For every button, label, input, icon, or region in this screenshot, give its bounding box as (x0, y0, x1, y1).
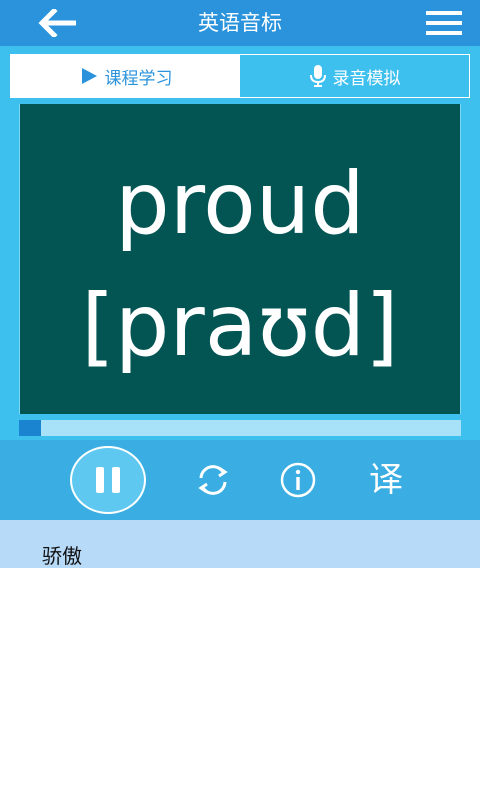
menu-button[interactable] (420, 6, 468, 40)
progress-bar[interactable] (19, 420, 461, 436)
lesson-word: proud (115, 154, 365, 254)
translate-button[interactable]: 译 (358, 452, 414, 508)
pause-button[interactable] (70, 446, 146, 514)
app-root: 英语音标 课程学习 录音模拟 proud [praʊd] 译 骄傲 (0, 0, 480, 800)
info-icon (280, 462, 316, 498)
microphone-icon (309, 65, 326, 87)
lesson-phonetic: [praʊd] (81, 276, 399, 376)
info-button[interactable] (278, 460, 318, 500)
back-button[interactable] (30, 6, 86, 40)
tab-course-study-label: 课程学习 (104, 68, 173, 89)
progress-fill (19, 420, 42, 436)
word-meaning: 骄傲 (42, 544, 82, 568)
refresh-icon (198, 465, 228, 495)
tab-recording[interactable]: 录音模拟 (240, 55, 469, 97)
playback-controls: 译 (0, 440, 480, 520)
tab-bar: 课程学习 录音模拟 (10, 54, 470, 98)
pause-icon (92, 467, 124, 493)
repeat-button[interactable] (193, 460, 233, 500)
hamburger-menu-icon (426, 11, 462, 35)
tab-recording-label: 录音模拟 (332, 68, 401, 89)
play-icon (81, 68, 97, 84)
arrow-left-icon (38, 9, 76, 37)
top-bar: 英语音标 (0, 0, 480, 46)
meaning-bar: 骄傲 (0, 520, 480, 568)
tab-course-study[interactable]: 课程学习 (11, 55, 240, 97)
lesson-board: proud [praʊd] (19, 104, 461, 414)
